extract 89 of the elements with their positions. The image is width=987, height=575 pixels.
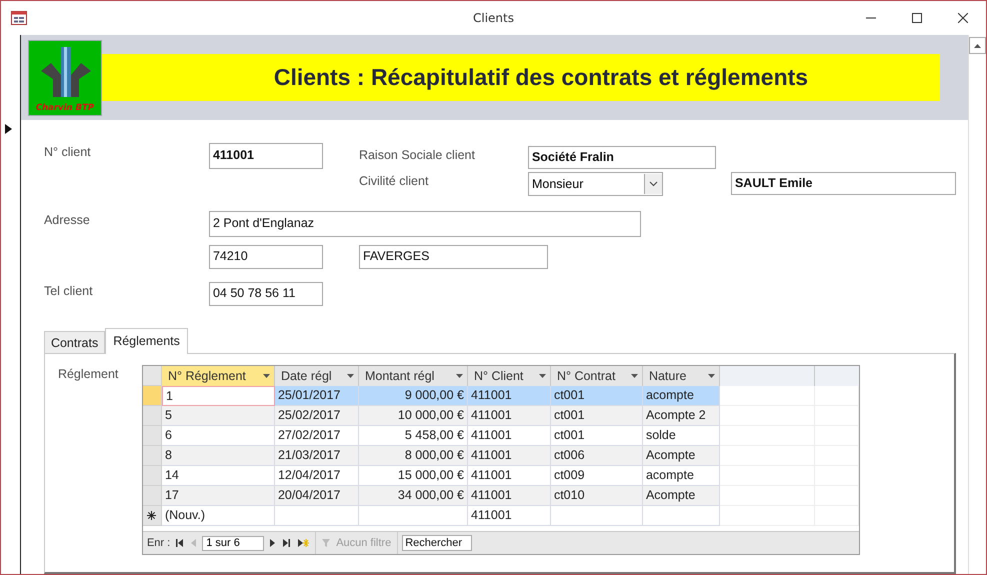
record-label: Enr : [146,537,170,549]
table-cell: acompte [642,386,720,406]
scroll-up-icon [974,44,981,48]
field-label: Civilité client [358,173,430,190]
row-selector[interactable] [142,426,162,446]
table-cell: 411001 [468,486,551,506]
record-position-field[interactable]: 1 sur 6 [202,536,264,550]
table-cell: 25/01/2017 [274,386,359,406]
field-label: Adresse [44,212,91,229]
table-cell: 1 [162,386,275,406]
filter-icon [322,538,332,548]
table-cell: 8 [162,446,275,466]
chevron-down-icon [648,181,658,187]
select-all-corner[interactable] [142,366,162,386]
table-cell: Acompte 2 [642,406,720,426]
row-selector[interactable] [142,446,162,466]
last-record-icon [283,539,290,547]
field-label: Raison Sociale client [358,147,476,164]
postcode-field[interactable]: 74210 [208,245,323,269]
city-field[interactable]: FAVERGES [358,245,548,269]
field-label: N° client [44,144,92,161]
row-selector[interactable] [142,466,162,486]
table-cell: 411001 [468,386,551,406]
tab[interactable]: Réglements [105,328,188,354]
table-cell: ct001 [550,386,643,406]
empty-cell [814,466,859,486]
form-icon [11,11,27,25]
column-header[interactable]: N° Client [468,366,551,386]
table-cell: ct006 [550,446,643,466]
new-record-icon [298,539,310,547]
field-label: Tel client [44,283,94,300]
row-selector[interactable] [142,406,162,426]
column-header[interactable]: N° Réglement [162,366,275,386]
subform-label: Réglement [58,366,120,383]
table-cell: 8 000,00 € [358,446,468,466]
empty-cell [814,506,859,526]
form-title: Clients : Récapitulatif des contrats et réglements [274,64,808,91]
column-header[interactable]: N° Contrat [550,366,643,386]
dropdown-arrow-icon [456,374,463,378]
table-cell: 411001 [468,446,551,466]
column-header[interactable]: Montant régl [358,366,468,386]
table-cell: 21/03/2017 [274,446,359,466]
previous-record-icon [191,539,196,547]
address-field[interactable]: 2 Pont d'Englanaz [208,211,641,237]
asterisk-icon [147,511,156,520]
dropdown-arrow-icon [346,374,354,378]
table-cell: 9 000,00 € [358,386,468,406]
civility-dropdown[interactable]: Monsieur [528,172,663,196]
client-number-field[interactable]: 411001 [208,143,323,169]
table-cell: ct010 [550,486,643,506]
row-selector[interactable] [142,386,162,406]
table-cell: 5 [162,406,275,426]
table-cell: Acompte [642,446,720,466]
dropdown-arrow-icon [538,374,546,378]
empty-cell [814,486,859,506]
empty-cell [814,426,859,446]
maximize-icon [912,13,922,23]
contact-name-field[interactable]: SAULT Emile [730,172,956,195]
table-cell: 411001 [468,406,551,426]
tab[interactable]: Contrats [44,331,106,353]
company-logo: Charvin BTP [28,40,102,116]
column-header[interactable]: Nature [642,366,720,386]
phone-field[interactable]: 04 50 78 56 11 [208,282,323,306]
empty-cell [814,446,859,466]
dropdown-arrow-icon [630,374,638,378]
vertical-scrollbar[interactable] [968,35,986,574]
next-record-icon [270,539,276,547]
table-cell: (Nouv.) [162,506,275,526]
company-name-field[interactable]: Société Fralin [528,146,716,169]
table-cell: 20/04/2017 [274,486,359,506]
table-cell: 17 [162,486,275,506]
window-title: Clients [473,11,514,25]
empty-cell [814,386,859,406]
table-cell: ct001 [550,406,643,426]
table-cell: 25/02/2017 [274,406,359,426]
table-cell: Acompte [642,486,720,506]
scroll-up-button[interactable] [969,37,986,54]
row-selector[interactable] [142,486,162,506]
table-cell: 10 000,00 € [358,406,468,426]
empty-cell [814,406,859,426]
search-field[interactable]: Rechercher [402,535,472,551]
first-record-icon [176,539,184,547]
dropdown-arrow-icon [262,374,270,378]
column-header[interactable]: Date régl [274,366,359,386]
dropdown-arrow-icon [708,374,715,378]
close-icon [958,13,968,23]
table-cell: 34 000,00 € [358,486,468,506]
record-pointer-icon [5,124,12,134]
table-cell: 411001 [468,506,551,526]
